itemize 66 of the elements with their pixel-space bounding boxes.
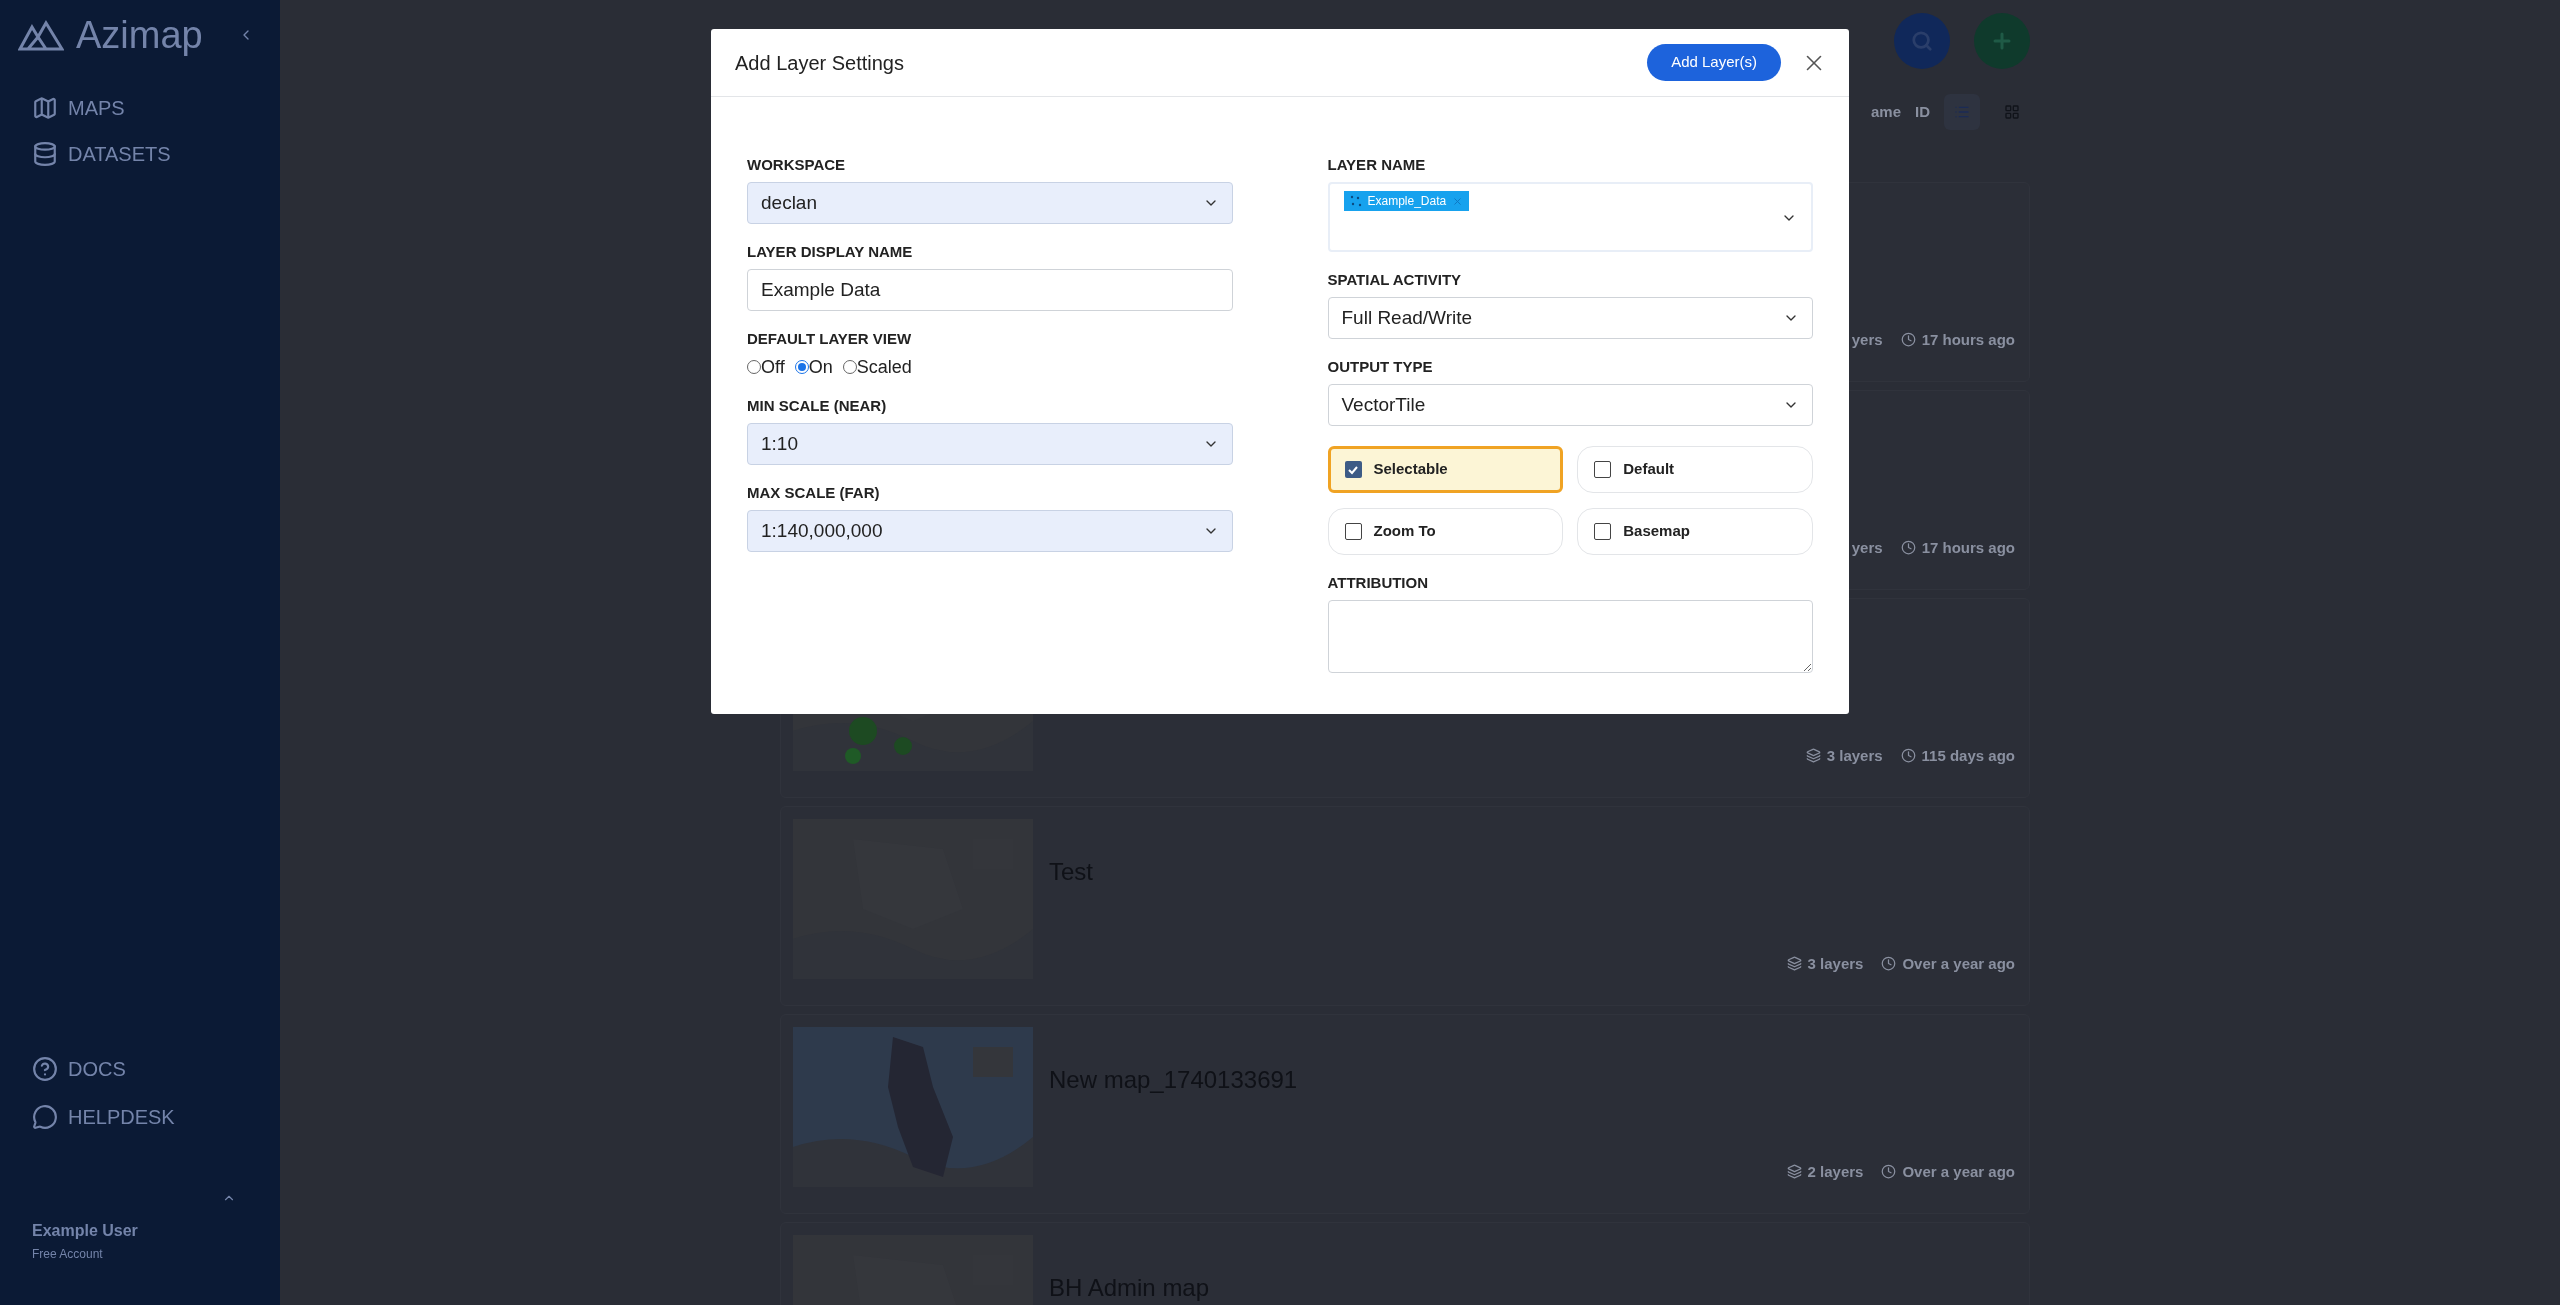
layers-icon xyxy=(1786,956,1802,972)
user-name: Example User xyxy=(32,1221,139,1241)
layer-chip[interactable]: Example_Data xyxy=(1343,191,1470,211)
field-label: MIN SCALE (NEAR) xyxy=(747,398,888,413)
nav-link[interactable]: DOCS xyxy=(32,1055,280,1083)
mountain-logo-icon xyxy=(18,19,64,51)
clock-icon xyxy=(1881,956,1897,972)
field-label: DEFAULT LAYER VIEW xyxy=(747,331,913,346)
search-icon xyxy=(1911,30,1933,52)
radio-option[interactable]: Off xyxy=(747,353,785,381)
help-icon xyxy=(32,1056,58,1082)
field-label: OUTPUT TYPE xyxy=(1327,359,1434,374)
field-label: MAX SCALE (FAR) xyxy=(747,485,881,500)
checkbox-tile[interactable]: Selectable xyxy=(1327,446,1564,493)
checkbox-tile[interactable]: Zoom To xyxy=(1327,508,1564,555)
field-label: ATTRIBUTION xyxy=(1327,575,1430,590)
select-field[interactable]: Full Read/Write xyxy=(1327,297,1813,339)
layer-count: yers xyxy=(1851,537,1883,558)
list-view-button[interactable] xyxy=(1944,94,1980,130)
remove-icon[interactable] xyxy=(1452,195,1464,207)
clock-icon xyxy=(1881,1164,1897,1180)
dialog-title: Add Layer Settings xyxy=(735,50,904,76)
chat-icon xyxy=(32,1104,58,1130)
layer-count: 3 layers xyxy=(1807,953,1864,974)
layer-multiselect[interactable]: Example_Data xyxy=(1327,182,1813,252)
updated-time: 17 hours ago xyxy=(1921,329,2015,350)
nav-link[interactable]: MAPS xyxy=(32,94,280,122)
select-field[interactable]: declan xyxy=(747,182,1233,224)
select-field[interactable]: 1:10 xyxy=(747,423,1233,465)
nav-link[interactable]: HELPDESK xyxy=(32,1103,280,1131)
field-label: SPATIAL ACTIVITY xyxy=(1327,272,1463,287)
search-button[interactable] xyxy=(1894,13,1950,69)
checkbox-tile[interactable]: Basemap xyxy=(1577,508,1813,555)
layer-count: 2 layers xyxy=(1807,1161,1864,1182)
layer-count: 3 layers xyxy=(1826,745,1883,766)
radio-option[interactable]: Scaled xyxy=(842,353,912,381)
nav-link[interactable]: DATASETS xyxy=(32,140,280,168)
layer-count: yers xyxy=(1851,329,1883,350)
attribution-field[interactable] xyxy=(1327,600,1813,673)
add-layers-button[interactable]: Add Layer(s) xyxy=(1647,44,1781,81)
field-label: LAYER NAME xyxy=(1327,157,1427,172)
updated-time: Over a year ago xyxy=(1902,953,2015,974)
brand-name: Azimap xyxy=(76,16,203,54)
checkbox-tile[interactable]: Default xyxy=(1577,446,1813,493)
clock-icon xyxy=(1900,540,1916,556)
map-icon xyxy=(32,95,58,121)
add-button[interactable] xyxy=(1974,13,2030,69)
text-field[interactable]: Example Data xyxy=(747,269,1233,311)
select-field[interactable]: VectorTile xyxy=(1327,384,1813,426)
field-label: LAYER DISPLAY NAME xyxy=(747,244,914,259)
clock-icon xyxy=(1900,748,1916,764)
sort-option[interactable]: ID xyxy=(1915,100,1930,124)
sort-option[interactable]: ame xyxy=(1870,100,1901,124)
database-icon xyxy=(32,141,58,167)
updated-time: Over a year ago xyxy=(1902,1161,2015,1182)
layers-icon xyxy=(1786,1164,1802,1180)
updated-time: 115 days ago xyxy=(1921,745,2015,766)
select-field[interactable]: 1:140,000,000 xyxy=(747,510,1233,552)
layers-icon xyxy=(1805,748,1821,764)
updated-time: 17 hours ago xyxy=(1921,537,2015,558)
radio-option[interactable]: On xyxy=(794,353,833,381)
field-label: WORKSPACE xyxy=(747,157,847,172)
points-icon xyxy=(1349,195,1362,207)
account-plan: Free Account xyxy=(32,1246,104,1263)
grid-icon xyxy=(2004,104,2020,120)
clock-icon xyxy=(1900,332,1916,348)
